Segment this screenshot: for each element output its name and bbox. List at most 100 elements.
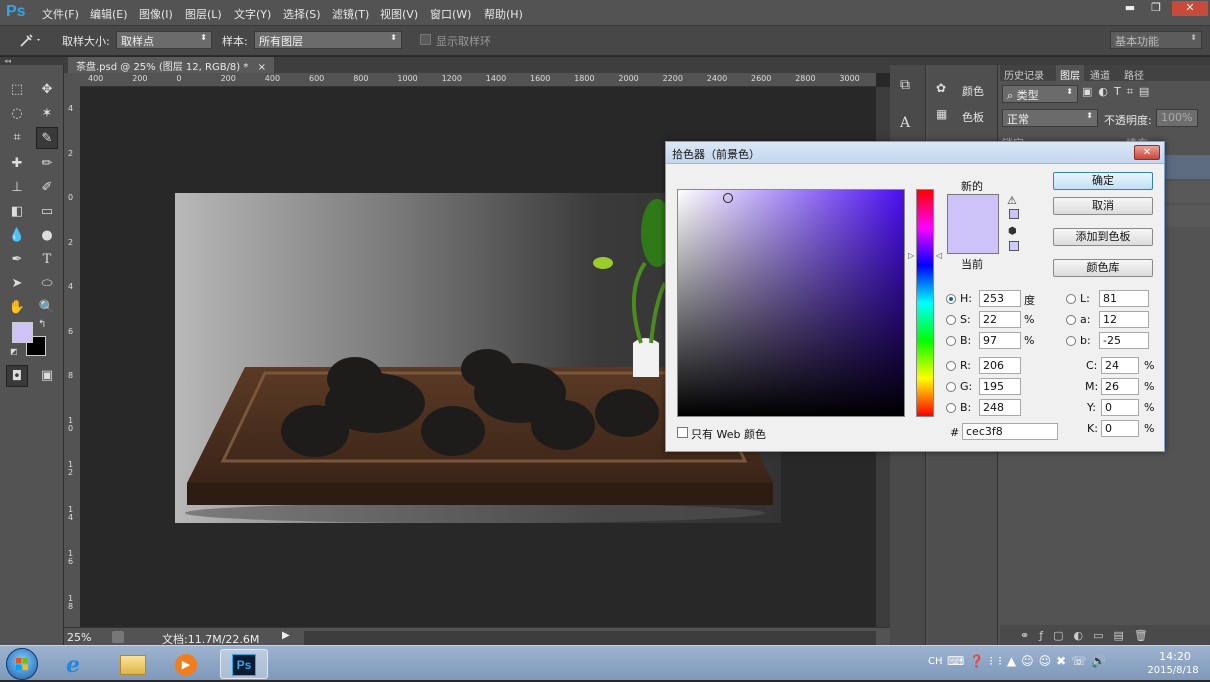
hex-field[interactable]: cec3f8 (962, 423, 1058, 440)
menu-help[interactable]: 帮助(H) (484, 6, 523, 22)
sample-select[interactable]: 所有图层 ⬍ (254, 31, 402, 49)
c-field[interactable]: 24 (1101, 357, 1139, 374)
media-player-taskbar-button[interactable]: ▶ (166, 649, 206, 679)
blue-field[interactable]: 248 (979, 399, 1021, 416)
menu-image[interactable]: 图像(I) (139, 6, 173, 22)
horizontal-scrollbar[interactable] (304, 631, 876, 645)
eyedropper-tool-icon[interactable]: ✎ (36, 127, 58, 149)
show-ring-checkbox[interactable] (420, 34, 431, 45)
blend-mode-select[interactable]: 正常 ⬍ (1002, 109, 1098, 127)
ok-button[interactable]: 确定 (1053, 172, 1153, 190)
dialog-close-button[interactable]: ✕ (1134, 145, 1160, 160)
y-field[interactable]: 0 (1101, 399, 1139, 416)
k-field[interactable]: 0 (1101, 420, 1139, 437)
zoom-level[interactable]: 25% (67, 631, 91, 644)
menu-edit[interactable]: 编辑(E) (90, 6, 128, 22)
cancel-button[interactable]: 取消 (1053, 197, 1153, 215)
add-to-swatches-button[interactable]: 添加到色板 (1053, 228, 1153, 246)
move-icon[interactable]: ✥ (36, 79, 58, 101)
type-icon[interactable]: T (36, 249, 58, 271)
only-web-checkbox[interactable] (677, 427, 688, 438)
foreground-color-swatch[interactable] (12, 322, 33, 343)
input-language[interactable]: CH (928, 656, 943, 667)
magic-wand-icon[interactable]: ✶ (36, 103, 58, 125)
menu-layer[interactable]: 图层(L) (185, 6, 222, 22)
workspace-select[interactable]: 基本功能 ⬍ (1110, 31, 1202, 49)
m-field[interactable]: 26 (1101, 378, 1139, 395)
clock-date[interactable]: 2015/8/18 (1138, 665, 1208, 676)
swatches-panel-label[interactable]: 色板 (962, 109, 984, 125)
tab-channels[interactable]: 通道 (1090, 67, 1110, 82)
clock-time[interactable]: 14:20 (1150, 650, 1200, 663)
menu-view[interactable]: 视图(V) (380, 6, 418, 22)
path-select-icon[interactable]: ➤ (6, 273, 28, 295)
lab-b-field[interactable]: -25 (1099, 332, 1149, 349)
status-arrow-icon[interactable]: ▶ (282, 630, 290, 641)
sample-size-select[interactable]: 取样点 ⬍ (116, 31, 212, 49)
b-field[interactable]: 97 (979, 332, 1021, 349)
close-tab-icon[interactable]: × (258, 62, 266, 73)
start-button[interactable] (6, 648, 38, 680)
menu-window[interactable]: 窗口(W) (430, 6, 471, 22)
zoom-icon[interactable]: 🔍 (36, 297, 58, 319)
hue-arrow-left-icon[interactable]: ▷ (908, 251, 914, 260)
blue-radio[interactable] (946, 403, 956, 413)
brush-icon[interactable]: ✏ (36, 153, 58, 175)
menu-type[interactable]: 文字(Y) (234, 6, 271, 22)
color-picker-cursor[interactable] (723, 193, 733, 203)
eraser-icon[interactable]: ◧ (6, 201, 28, 223)
tab-paths[interactable]: 路径 (1124, 67, 1144, 82)
swap-colors-icon[interactable]: ↰ (38, 319, 46, 330)
hue-slider[interactable] (916, 189, 934, 417)
history-panel-icon[interactable]: ⧉ (900, 77, 910, 93)
r-radio[interactable] (946, 361, 956, 371)
status-menu-icon[interactable] (112, 631, 124, 643)
l-field[interactable]: 81 (1099, 290, 1149, 307)
document-tab[interactable]: 茶盘.psd @ 25% (图层 12, RGB/8) * × (68, 57, 274, 73)
healing-icon[interactable]: ✚ (6, 153, 28, 175)
restore-button[interactable]: ❐ (1144, 1, 1168, 16)
tab-layers[interactable]: 图层 (1056, 65, 1084, 82)
menu-filter[interactable]: 滤镜(T) (332, 6, 369, 22)
gamut-swatch[interactable] (1009, 209, 1019, 219)
lab-b-radio[interactable] (1066, 336, 1076, 346)
screen-mode-icon[interactable]: ▣ (36, 365, 58, 387)
collapse-icon[interactable]: ◂◂ (0, 57, 64, 65)
hand-icon[interactable]: ✋ (6, 297, 28, 319)
b-radio[interactable] (946, 336, 956, 346)
layer-filter-select[interactable]: ⌕ 类型 ⬍ (1002, 85, 1078, 103)
s-field[interactable]: 22 (979, 311, 1021, 328)
eyedropper-icon[interactable] (18, 32, 42, 48)
hue-arrow-right-icon[interactable]: ◁ (936, 251, 942, 260)
r-field[interactable]: 206 (979, 357, 1021, 374)
ellipse-icon[interactable]: ⬭ (36, 273, 58, 295)
tab-history[interactable]: 历史记录 (1004, 67, 1044, 82)
saturation-brightness-field[interactable] (677, 189, 905, 417)
menu-file[interactable]: 文件(F) (42, 6, 79, 22)
h-field[interactable]: 253 (979, 290, 1021, 307)
lasso-icon[interactable]: ◌ (6, 103, 28, 125)
explorer-taskbar-button[interactable] (112, 649, 152, 679)
web-safe-swatch[interactable] (1009, 241, 1019, 251)
quick-mask-icon[interactable]: ◘ (6, 365, 28, 387)
marquee-icon[interactable]: ⬚ (6, 79, 28, 101)
web-cube-icon[interactable]: ⬢ (1008, 226, 1017, 237)
s-radio[interactable] (946, 315, 956, 325)
pen-icon[interactable]: ✒ (6, 249, 28, 271)
color-panel-label[interactable]: 颜色 (962, 83, 984, 99)
a-radio[interactable] (1066, 315, 1076, 325)
opacity-field[interactable]: 100% (1156, 109, 1198, 127)
l-radio[interactable] (1066, 294, 1076, 304)
tray-icons[interactable]: ⌨❓⁝⁝▲☺☺✖☏🔊 (947, 654, 1111, 668)
minimize-button[interactable]: ▬ (1118, 1, 1142, 16)
history-brush-icon[interactable]: ✐ (36, 177, 58, 199)
color-libraries-button[interactable]: 颜色库 (1053, 259, 1153, 277)
ie-taskbar-button[interactable]: e (58, 649, 98, 679)
menu-select[interactable]: 选择(S) (283, 6, 321, 22)
swatches-panel-icon[interactable]: ▦ (936, 107, 947, 121)
h-radio[interactable] (946, 294, 956, 304)
a-field[interactable]: 12 (1099, 311, 1149, 328)
close-window-button[interactable]: ✕ (1172, 1, 1208, 16)
stamp-icon[interactable]: ⊥ (6, 177, 28, 199)
g-radio[interactable] (946, 382, 956, 392)
